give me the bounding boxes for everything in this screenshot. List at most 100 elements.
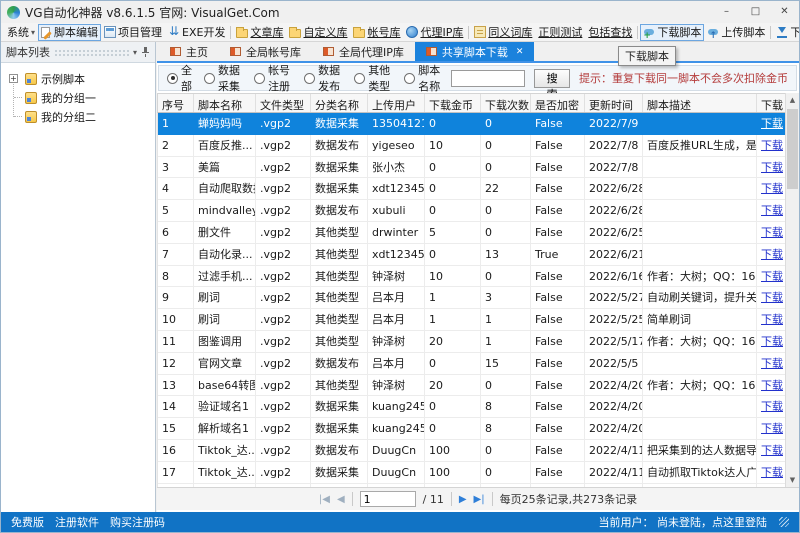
chevron-down-icon[interactable]: ▾ — [133, 48, 137, 57]
download-link[interactable]: 下载 — [761, 291, 783, 304]
toolbar-item-custom-library[interactable]: 自定义库 — [286, 24, 350, 41]
script-name-input[interactable] — [451, 70, 525, 87]
cell-script-name: 官网文章 — [194, 353, 256, 375]
download-link[interactable]: 下载 — [761, 357, 783, 370]
scroll-down-icon[interactable]: ▼ — [786, 473, 799, 488]
download-link[interactable]: 下载 — [761, 335, 783, 348]
column-header-update-time[interactable]: 更新时间 — [585, 94, 643, 112]
cell-script-name: 解析域名1 — [194, 418, 256, 440]
download-link[interactable]: 下载 — [761, 117, 783, 130]
last-page-button[interactable]: ▶| — [474, 494, 485, 505]
radio-other-type[interactable]: 其他类型 — [354, 62, 392, 94]
table-row[interactable]: 17Tiktok_达....vgp2数据采集DuugCn1000False202… — [158, 462, 787, 484]
download-link[interactable]: 下载 — [761, 444, 783, 457]
toolbar-item-account-library[interactable]: 帐号库 — [350, 24, 403, 41]
table-row[interactable]: 5mindvalley.vgp2数据发布xubuli00False2022/6/… — [158, 200, 787, 222]
pin-icon[interactable] — [141, 47, 150, 57]
download-link[interactable]: 下载 — [761, 379, 783, 392]
table-row[interactable]: 8过滤手机....vgp2其他类型钟泽树100False2022/6/16作者：… — [158, 266, 787, 288]
column-header-seq[interactable]: 序号 — [158, 94, 194, 112]
resize-grip[interactable] — [779, 517, 789, 527]
table-row[interactable]: 7自动化录....vgp2其他类型xdt12345013True2022/6/2… — [158, 244, 787, 266]
search-button[interactable]: 搜索 — [534, 69, 570, 88]
table-row[interactable]: 9刷词.vgp2其他类型吕本月13False2022/5/27自动刷关键词，提升… — [158, 287, 787, 309]
scrollbar-thumb[interactable] — [787, 109, 798, 189]
sidebar-item-my-group-1[interactable]: 我的分组一 — [1, 88, 155, 107]
tab-home[interactable]: 主页 — [159, 42, 219, 61]
download-link[interactable]: 下载 — [761, 139, 783, 152]
download-link[interactable]: 下载 — [761, 466, 783, 479]
vertical-scrollbar[interactable]: ▲ ▼ — [785, 93, 799, 488]
table-row[interactable]: 2百度反推....vgp2数据发布yigeseo100False2022/7/8… — [158, 135, 787, 157]
column-header-uploader[interactable]: 上传用户 — [368, 94, 425, 112]
cell-description: 百度反推URL生成，是老... — [643, 135, 757, 157]
radio-data-publish[interactable]: 数据发布 — [304, 62, 342, 94]
column-header-encrypted[interactable]: 是否加密 — [531, 94, 585, 112]
first-page-button[interactable]: |◀ — [319, 494, 330, 505]
radio-data-collect[interactable]: 数据采集 — [204, 62, 242, 94]
column-header-download-count[interactable]: 下载次数 — [481, 94, 531, 112]
toolbar-item-project-manage[interactable]: 项目管理 — [101, 24, 165, 41]
table-row[interactable]: 1蝉妈妈吗.vgp2数据采集1350412101400False2022/7/9… — [158, 113, 787, 135]
tab-global-proxy-ip-library[interactable]: 全局代理IP库 — [312, 42, 415, 61]
toolbar-item-upload-script[interactable]: 上传脚本 — [704, 24, 768, 41]
table-row[interactable]: 15解析域名1.vgp2数据采集kuang245229908False2022/… — [158, 418, 787, 440]
page-input[interactable] — [360, 491, 416, 507]
table-row[interactable]: 10刷词.vgp2其他类型吕本月11False2022/5/25简单刷词下载 — [158, 309, 787, 331]
toolbar-item-download-manager[interactable]: 下载管理 — [773, 24, 799, 41]
column-header-description[interactable]: 脚本描述 — [643, 94, 757, 112]
next-page-button[interactable]: ▶ — [459, 494, 467, 505]
radio-script-name[interactable]: 脚本名称 — [404, 62, 442, 94]
download-link[interactable]: 下载 — [761, 204, 783, 217]
sidebar-item-example-scripts[interactable]: +示例脚本 — [1, 69, 155, 88]
toolbar-item-regex-test[interactable]: 正则测试 — [535, 24, 585, 41]
table-row[interactable]: 3美篇.vgp2数据采集张小杰00False2022/7/8下载 — [158, 157, 787, 179]
column-header-script-name[interactable]: 脚本名称 — [194, 94, 256, 112]
tab-global-account-library[interactable]: 全局帐号库 — [219, 42, 312, 61]
table-row[interactable]: 16Tiktok_达....vgp2数据发布DuugCn1000False202… — [158, 440, 787, 462]
cell-uploader: DuugCn — [368, 440, 425, 462]
download-link[interactable]: 下载 — [761, 270, 783, 283]
radio-all[interactable]: 全部 — [167, 62, 192, 94]
toolbar-item-exe-develop[interactable]: EXE开发 — [165, 24, 228, 41]
column-header-coins[interactable]: 下载金币 — [425, 94, 481, 112]
table-row[interactable]: 4自动爬取数据.vgp2数据采集xdt12345022False2022/6/2… — [158, 178, 787, 200]
toolbar-item-label: 系统 — [7, 24, 29, 40]
toolbar-item-synonym-library[interactable]: 同义词库 — [471, 24, 535, 41]
tab-close-icon[interactable]: ✕ — [516, 47, 524, 57]
download-link[interactable]: 下载 — [761, 400, 783, 413]
column-header-category[interactable]: 分类名称 — [311, 94, 368, 112]
maximize-button[interactable]: □ — [741, 1, 770, 23]
download-link[interactable]: 下载 — [761, 226, 783, 239]
download-link[interactable]: 下载 — [761, 161, 783, 174]
toolbar-item-article-library[interactable]: 文章库 — [233, 24, 286, 41]
column-header-file-type[interactable]: 文件类型 — [256, 94, 311, 112]
toolbar-item-download-script[interactable]: 下载脚本 — [640, 24, 704, 41]
toolbar-item-script-edit[interactable]: 脚本编辑 — [38, 24, 101, 41]
scroll-up-icon[interactable]: ▲ — [786, 93, 799, 108]
table-row[interactable]: 6删文件.vgp2其他类型drwinter50False2022/6/25下载 — [158, 222, 787, 244]
tab-shared-script-download[interactable]: 共享脚本下载✕ — [415, 42, 535, 61]
close-button[interactable]: ✕ — [770, 1, 799, 23]
sidebar-item-my-group-2[interactable]: 我的分组二 — [1, 107, 155, 126]
download-link[interactable]: 下载 — [761, 422, 783, 435]
table-row[interactable]: 11图鉴调用.vgp2其他类型钟泽树201False2022/5/17作者：大树… — [158, 331, 787, 353]
status-link-free-version[interactable]: 免费版 — [11, 514, 44, 530]
prev-page-button[interactable]: ◀ — [337, 494, 345, 505]
download-link[interactable]: 下载 — [761, 182, 783, 195]
table-row[interactable]: 14验证域名1.vgp2数据采集kuang245229908False2022/… — [158, 396, 787, 418]
table-row[interactable]: 12官网文章.vgp2数据发布吕本月015False2022/5/5下载 — [158, 353, 787, 375]
current-user-label[interactable]: 当前用户： 尚未登陆，点这里登陆 — [599, 514, 768, 530]
column-header-download[interactable]: 下载 — [757, 94, 788, 112]
minimize-button[interactable]: – — [712, 1, 741, 23]
status-link-register-software[interactable]: 注册软件 — [55, 514, 99, 530]
download-link[interactable]: 下载 — [761, 248, 783, 261]
toolbar-item-proxy-ip-library[interactable]: 代理IP库 — [403, 24, 466, 41]
radio-account-register[interactable]: 帐号注册 — [254, 62, 292, 94]
toolbar-item-bracket-search[interactable]: 包括查找 — [585, 24, 635, 41]
status-link-buy-license[interactable]: 购买注册码 — [110, 514, 165, 530]
toolbar-item-system[interactable]: 系统▾ — [4, 24, 38, 41]
download-link[interactable]: 下载 — [761, 313, 783, 326]
table-row[interactable]: 13base64转图片.vgp2其他类型钟泽树200False2022/4/20… — [158, 375, 787, 397]
expand-icon[interactable]: + — [9, 74, 18, 83]
